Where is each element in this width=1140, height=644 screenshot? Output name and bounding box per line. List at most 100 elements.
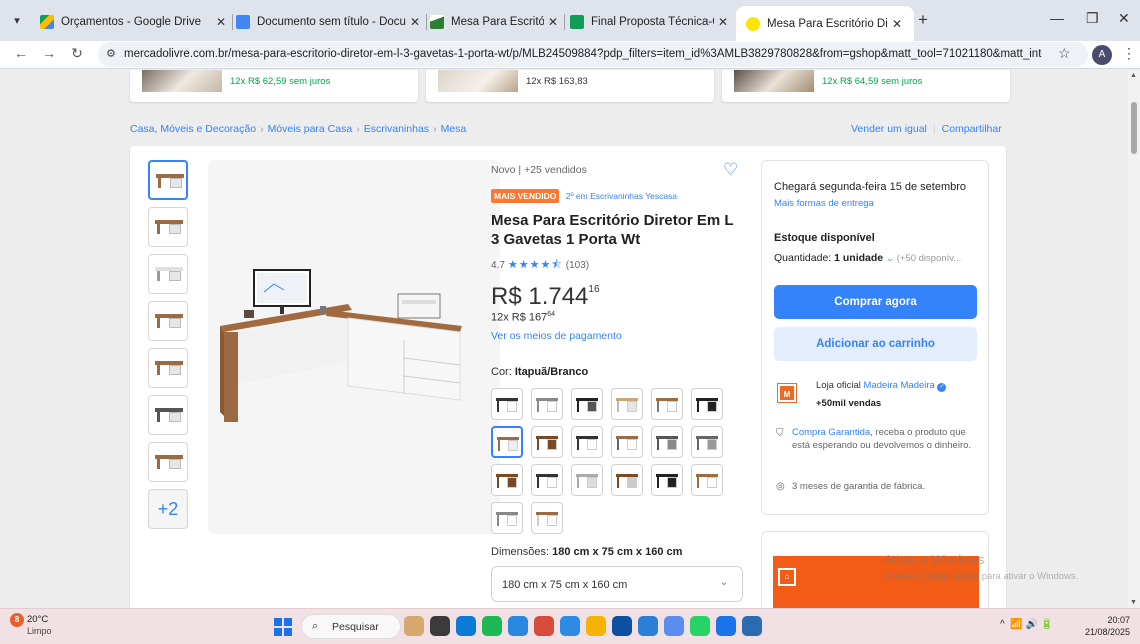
color-swatch[interactable] (691, 463, 723, 496)
bookmark-star-icon[interactable]: ☆ (1058, 45, 1071, 62)
thumbnail[interactable] (148, 442, 188, 482)
recommendation-card[interactable]: 12x R$ 163,83 (426, 70, 714, 102)
share-link[interactable]: Compartilhar (942, 123, 1002, 135)
color-swatch[interactable] (491, 387, 523, 420)
sell-similar-link[interactable]: Vender um igual (851, 123, 927, 135)
payment-methods-link[interactable]: Ver os meios de pagamento (491, 330, 745, 342)
thumbnail[interactable] (148, 348, 188, 388)
bestseller-rank-link[interactable]: 2º em Escrivaninhas Yescasa (566, 191, 677, 201)
seller-logo-icon[interactable]: M (777, 383, 797, 403)
tab-search-button[interactable]: ▾ (8, 12, 26, 30)
thumbnail[interactable] (148, 301, 188, 341)
taskbar-app-icon[interactable] (638, 616, 658, 636)
scroll-up-arrow-icon[interactable]: ▲ (1130, 72, 1137, 79)
taskbar-app-icon[interactable] (716, 616, 736, 636)
windows-start-icon[interactable] (274, 618, 292, 636)
restore-icon[interactable]: ❐ (1086, 10, 1099, 27)
breadcrumb-link[interactable]: Casa, Móveis e Decoração (130, 123, 256, 135)
taskbar-search[interactable]: ⌕ Pesquisar (301, 614, 401, 639)
breadcrumb-link[interactable]: Escrivaninhas (364, 123, 429, 135)
quantity-selector[interactable]: Quantidade: 1 unidade ⌄ (+50 disponív... (774, 252, 984, 264)
color-swatch[interactable] (531, 387, 563, 420)
color-swatch[interactable] (531, 463, 563, 496)
page-scrollbar[interactable]: ▲ ▼ (1128, 70, 1140, 608)
tab-mercadolivre-1[interactable]: Mesa Para Escritório Diretor Em ✕ (430, 11, 562, 33)
color-swatch[interactable] (691, 387, 723, 420)
color-swatch[interactable] (531, 501, 563, 534)
thumbnail[interactable] (148, 207, 188, 247)
system-tray[interactable]: ^ 📶 🔊 🔋 (1000, 619, 1053, 630)
color-swatch[interactable] (651, 387, 683, 420)
more-thumbnails-button[interactable]: +2 (148, 489, 188, 529)
color-swatch[interactable] (651, 425, 683, 458)
thumbnail[interactable] (148, 254, 188, 294)
close-window-icon[interactable]: ✕ (1118, 10, 1130, 27)
color-swatch[interactable] (611, 387, 643, 420)
weather-temperature[interactable]: 20°C (27, 614, 48, 625)
tab-google-drive[interactable]: Orçamentos - Google Drive ✕ (40, 11, 230, 33)
product-image-main[interactable] (208, 160, 500, 534)
thumbnail[interactable] (148, 160, 188, 200)
tab-mercadolivre-active[interactable]: Mesa Para Escritório Diretor Em ✕ (736, 6, 914, 41)
taskbar-app-icon[interactable] (690, 616, 710, 636)
back-arrow-icon[interactable]: ← (12, 45, 30, 61)
breadcrumb-link[interactable]: Mesa (441, 123, 467, 135)
forward-arrow-icon[interactable]: → (40, 45, 58, 61)
breadcrumb-link[interactable]: Móveis para Casa (268, 123, 353, 135)
recommendation-card[interactable]: 12x R$ 64,59 sem juros (722, 70, 1010, 102)
color-swatch[interactable] (491, 425, 523, 458)
scroll-down-arrow-icon[interactable]: ▼ (1130, 599, 1137, 606)
kebab-menu-icon[interactable]: ⋮ (1122, 45, 1136, 62)
color-swatch[interactable] (571, 387, 603, 420)
tab-google-docs[interactable]: Documento sem título - Docum ✕ (236, 11, 424, 33)
taskbar-app-icon[interactable] (456, 616, 476, 636)
color-swatch[interactable] (691, 425, 723, 458)
taskbar-app-icon[interactable] (534, 616, 554, 636)
rating[interactable]: 4.7 ★★★★⯪ (103) (491, 256, 745, 275)
purchase-guarantee-link[interactable]: Compra Garantida (792, 427, 870, 438)
color-swatch[interactable] (531, 425, 563, 458)
taskbar-app-icon[interactable] (742, 616, 762, 636)
tab-google-sheets[interactable]: Final Proposta Técnica-Orçamen ✕ (570, 11, 732, 33)
add-to-cart-button[interactable]: Adicionar ao carrinho (774, 327, 977, 361)
color-swatch[interactable] (571, 463, 603, 496)
new-tab-plus-icon[interactable]: + (918, 10, 928, 30)
taskbar-app-icon[interactable] (586, 616, 606, 636)
tab-close-icon[interactable]: ✕ (888, 17, 906, 31)
scroll-thumb[interactable] (1131, 102, 1137, 154)
taskbar-app-icon[interactable] (404, 616, 424, 636)
color-swatch[interactable] (611, 425, 643, 458)
taskbar-app-icon[interactable] (664, 616, 684, 636)
heart-icon[interactable]: ♡ (723, 160, 738, 180)
site-info-icon[interactable]: ⚙ (106, 47, 116, 60)
address-bar[interactable]: ⚙ mercadolivre.com.br/mesa-para-escritor… (98, 42, 1088, 67)
taskbar-app-icon[interactable] (482, 616, 502, 636)
weather-description[interactable]: Limpo (27, 626, 52, 636)
reload-icon[interactable]: ↻ (68, 45, 86, 62)
taskbar-app-icon[interactable] (430, 616, 450, 636)
minimize-icon[interactable]: — (1050, 10, 1064, 26)
taskbar-app-icon[interactable] (560, 616, 580, 636)
profile-avatar[interactable]: A (1092, 45, 1112, 65)
dimensions-select[interactable]: 180 cm x 75 cm x 160 cm ⌄ (491, 565, 743, 602)
tab-close-icon[interactable]: ✕ (212, 15, 230, 29)
color-swatch[interactable] (611, 463, 643, 496)
tab-close-icon[interactable]: ✕ (544, 15, 562, 29)
url-text[interactable]: mercadolivre.com.br/mesa-para-escritorio… (124, 48, 1042, 60)
thumbnail[interactable] (148, 395, 188, 435)
delivery-options-link[interactable]: Mais formas de entrega (774, 198, 874, 209)
clock[interactable]: 20:07 21/08/2025 (1082, 614, 1130, 638)
recommendation-card[interactable]: 12x R$ 62,59 sem juros (130, 70, 418, 102)
seller-promo-card[interactable]: ⌂ (761, 531, 989, 608)
color-swatch[interactable] (651, 463, 683, 496)
taskbar-app-icon[interactable] (508, 616, 528, 636)
taskbar-app-icon[interactable] (612, 616, 632, 636)
buy-now-button[interactable]: Comprar agora (774, 285, 977, 319)
color-swatch[interactable] (571, 425, 603, 458)
tab-close-icon[interactable]: ✕ (406, 15, 424, 29)
color-swatch[interactable] (491, 501, 523, 534)
weather-badge-icon[interactable]: 8 (10, 613, 24, 627)
color-swatch[interactable] (491, 463, 523, 496)
tab-close-icon[interactable]: ✕ (714, 15, 732, 29)
seller-link[interactable]: Madeira Madeira (864, 380, 935, 391)
